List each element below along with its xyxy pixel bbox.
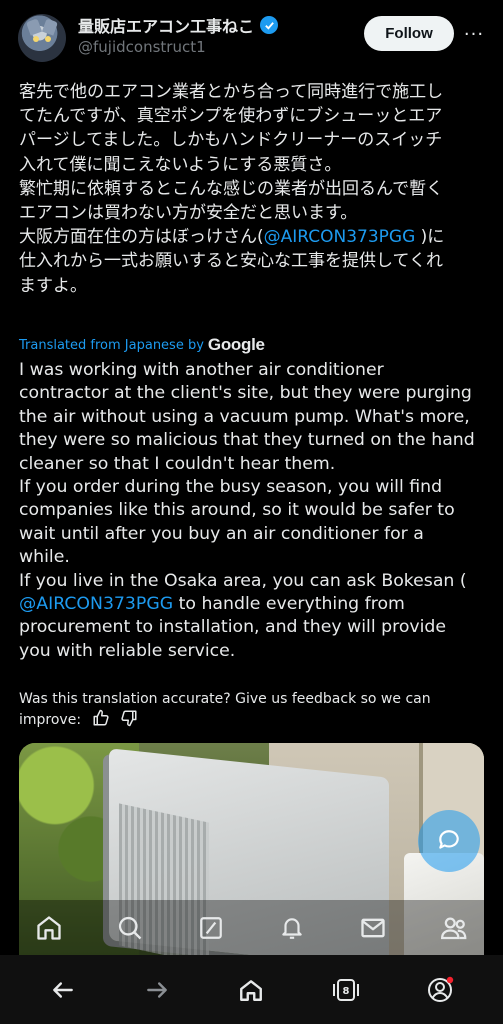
tab-messages[interactable] xyxy=(351,906,395,950)
bottom-tab-bar xyxy=(0,900,503,955)
people-icon xyxy=(441,917,467,939)
tab-communities[interactable] xyxy=(432,906,476,950)
en-line: If you order during the busy season, you… xyxy=(19,477,443,498)
en-line: they were so malicious that they turned … xyxy=(19,430,475,451)
author-handle[interactable]: @fujidconstruct1 xyxy=(78,38,206,56)
feedback-row: improve: xyxy=(19,709,489,733)
en-line: while. xyxy=(19,547,70,568)
more-options-button[interactable]: ··· xyxy=(460,20,488,48)
en-line: wait until after you buy an air conditio… xyxy=(19,523,424,544)
jp-line: パージしてました。しかもハンドクリーナーのスイッチ xyxy=(19,130,443,151)
translation-feedback: Was this translation accurate? Give us f… xyxy=(19,689,489,733)
arrow-left-icon xyxy=(53,981,73,998)
en-line: contractor at the client's site, but the… xyxy=(19,383,472,404)
notification-dot xyxy=(446,976,454,983)
en-line: I was working with another air condition… xyxy=(19,360,384,380)
google-logo: Google xyxy=(207,335,265,354)
forward-button[interactable] xyxy=(133,966,181,1014)
jp-line: 仕入れから一式お願いすると安心な工事を提供してくれ xyxy=(19,251,443,272)
search-icon xyxy=(118,916,142,939)
jp-line-text: )に xyxy=(415,227,445,248)
translation-attribution: Translated from Japanese by Google xyxy=(19,335,265,355)
en-line: If you live in the Osaka area, you can a… xyxy=(19,570,467,591)
follow-button[interactable]: Follow xyxy=(364,16,454,51)
thumbs-up-icon[interactable] xyxy=(92,709,110,733)
home-icon xyxy=(240,979,263,1001)
jp-line: 大阪方面在住の方はぼっけさん(@AIRCON373PGG )に xyxy=(19,225,489,249)
author-name-row: 量販店エアコン工事ねこ xyxy=(78,13,279,37)
post-text-japanese: 客先で他のエアコン業者とかち合って同時進行で施工し てたんですが、真空ポンプを使… xyxy=(19,80,489,298)
post-header: 量販店エアコン工事ねこ @fujidconstruct1 Follow ··· xyxy=(0,0,503,70)
jp-line: 客先で他のエアコン業者とかち合って同時進行で施工し xyxy=(19,82,444,102)
jp-line: 繁忙期に依頼するとこんな感じの業者が出回るんで暫く xyxy=(19,178,444,199)
tab-search[interactable] xyxy=(108,906,152,950)
system-navigation-bar: 8 xyxy=(0,955,503,1024)
reply-icon xyxy=(436,827,462,856)
feedback-text: improve: xyxy=(19,712,82,728)
en-line: you with reliable service. xyxy=(19,640,236,661)
en-line: @AIRCON373PGG to handle everything from xyxy=(19,593,494,616)
jp-line: エアコンは買わない方が安全だと思います。 xyxy=(19,203,358,224)
tab-notifications[interactable] xyxy=(270,906,314,950)
jp-line: 入れて僕に聞こえないようにする悪質さ。 xyxy=(19,154,342,175)
arrow-right-icon xyxy=(147,981,168,998)
tab-home[interactable] xyxy=(27,906,71,950)
mention-link[interactable]: @AIRCON373PGG xyxy=(264,227,416,247)
translated-label: Translated from Japanese by xyxy=(19,337,204,353)
en-line: the air without using a vacuum pump. Wha… xyxy=(19,406,470,427)
account-icon xyxy=(427,976,454,1002)
verified-badge-icon xyxy=(260,16,279,34)
author-avatar[interactable] xyxy=(18,14,66,62)
browser-home-button[interactable] xyxy=(227,966,275,1014)
jp-line-text: 大阪方面在住の方はぼっけさん( xyxy=(19,227,264,248)
tabs-count: 8 xyxy=(342,986,349,997)
account-button[interactable] xyxy=(416,966,464,1014)
tab-grok[interactable] xyxy=(189,906,233,950)
mail-icon xyxy=(361,918,385,937)
tabs-button[interactable]: 8 xyxy=(322,966,370,1014)
jp-line: ますよ。 xyxy=(19,275,87,296)
tabs-icon: 8 xyxy=(332,978,359,1001)
bell-icon xyxy=(282,917,302,939)
en-line: companies like this around, so it would … xyxy=(19,500,455,521)
en-line: procurement to installation, and they wi… xyxy=(19,617,447,638)
mention-link[interactable]: @AIRCON373PGG xyxy=(19,594,173,614)
en-line: cleaner so that I couldn't hear them. xyxy=(19,453,336,474)
post-text-translated: I was working with another air condition… xyxy=(19,359,494,663)
author-display-name[interactable]: 量販店エアコン工事ねこ xyxy=(78,13,254,37)
back-button[interactable] xyxy=(39,966,87,1014)
thumbs-down-icon[interactable] xyxy=(120,709,138,733)
home-icon xyxy=(36,915,61,940)
feedback-text: Was this translation accurate? Give us f… xyxy=(19,691,431,707)
jp-line: てたんですが、真空ポンプを使わずにブシューッとエア xyxy=(19,106,443,127)
compose-reply-button[interactable] xyxy=(418,810,480,872)
en-line-text: to handle everything from xyxy=(173,594,405,615)
grok-icon xyxy=(200,916,222,939)
